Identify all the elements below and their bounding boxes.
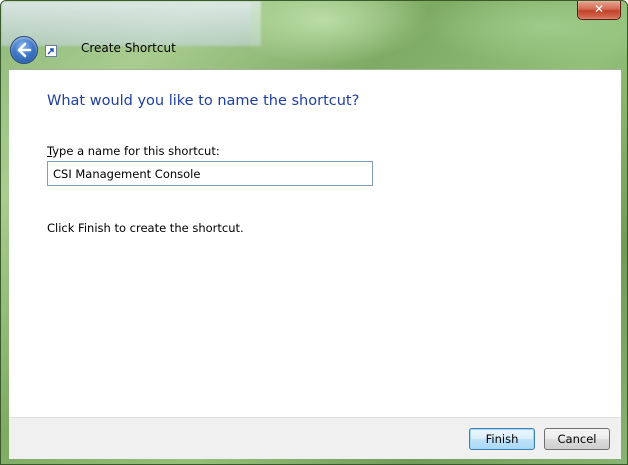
background-blur bbox=[251, 1, 431, 65]
field-label-text: ype a name for this shortcut: bbox=[52, 144, 220, 158]
shortcut-icon bbox=[45, 45, 57, 57]
finish-button[interactable]: Finish bbox=[469, 428, 535, 450]
create-shortcut-window: ✕ Create Shortcut What would you like to… bbox=[0, 0, 628, 465]
background-blur bbox=[1, 1, 261, 46]
wizard-content: What would you like to name the shortcut… bbox=[9, 69, 621, 418]
page-heading: What would you like to name the shortcut… bbox=[47, 93, 360, 109]
window-title: Create Shortcut bbox=[81, 41, 176, 55]
cancel-button[interactable]: Cancel bbox=[544, 428, 610, 450]
button-bar: Finish Cancel bbox=[9, 417, 621, 459]
name-field-label: Type a name for this shortcut: bbox=[47, 144, 220, 158]
close-button[interactable]: ✕ bbox=[577, 1, 621, 20]
back-button[interactable] bbox=[10, 36, 38, 64]
instruction-text: Click Finish to create the shortcut. bbox=[47, 221, 244, 235]
shortcut-name-input[interactable] bbox=[47, 161, 373, 186]
